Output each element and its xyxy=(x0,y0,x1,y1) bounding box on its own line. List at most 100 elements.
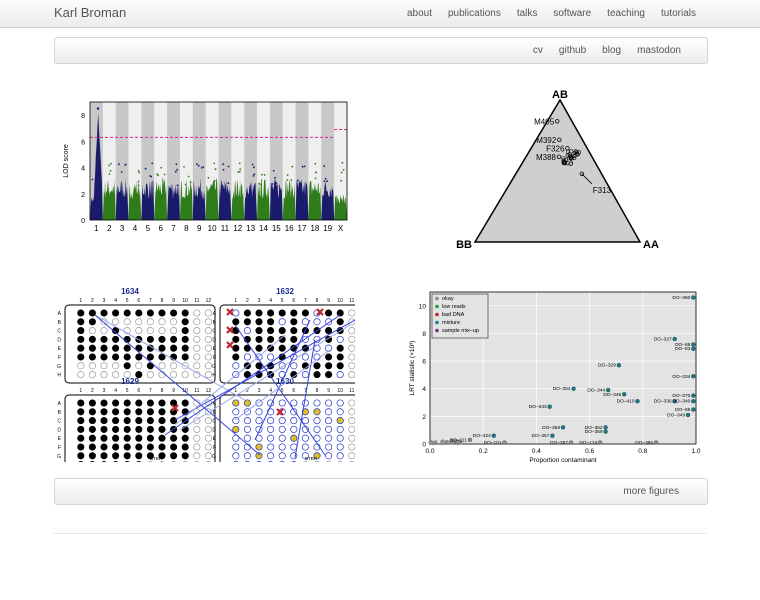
lod-point xyxy=(274,176,276,179)
plate-well xyxy=(88,452,96,460)
y-tick-label: 8 xyxy=(81,113,85,120)
okay-point xyxy=(434,440,438,444)
plate-well xyxy=(88,309,96,317)
plate-well xyxy=(336,408,344,416)
plate-column-label: 8 xyxy=(316,388,319,394)
plate-well xyxy=(243,327,251,335)
plate-well xyxy=(158,443,166,451)
lod-point xyxy=(290,179,293,181)
data-point xyxy=(560,425,566,430)
plate-well xyxy=(336,434,344,442)
plate-well xyxy=(193,425,201,433)
data-point xyxy=(691,374,696,379)
plate-well xyxy=(135,353,143,361)
lod-point xyxy=(222,163,225,166)
subnav-cv[interactable]: cv xyxy=(525,38,551,63)
more-figures-bar: more figures xyxy=(54,478,708,505)
point-label: M388 xyxy=(536,153,557,162)
ternary-genotype-figure[interactable]: ABBB AAM405M392F326M388F313 xyxy=(450,86,670,252)
data-point-label: DO–385 xyxy=(635,440,653,446)
plate-well xyxy=(325,327,333,335)
lod-point xyxy=(196,163,198,165)
plate-well xyxy=(193,327,201,335)
plate-well xyxy=(290,417,298,425)
data-point xyxy=(606,387,611,393)
lod-point xyxy=(286,179,289,181)
contamination-scatter-figure[interactable]: 02468100.0 0.2 0.4 0.6 0.8 1.0Proportion cont… xyxy=(400,284,705,466)
lod-point xyxy=(151,162,154,165)
plate-well xyxy=(290,327,298,335)
plate-well xyxy=(100,353,108,361)
y-tick-label: 10 xyxy=(419,303,427,310)
more-figures-link[interactable]: more figures xyxy=(623,479,679,504)
lod-point xyxy=(238,162,241,165)
data-point-label: DO–83 xyxy=(675,346,691,352)
plate-well xyxy=(336,371,344,379)
lod-point xyxy=(297,179,299,182)
plate-well xyxy=(313,362,321,370)
legend-label: okay xyxy=(442,296,454,302)
plate-well xyxy=(135,408,143,416)
plate-well xyxy=(170,434,178,442)
plate-well xyxy=(325,399,333,407)
lod-point xyxy=(303,165,306,168)
nav-teaching[interactable]: teaching xyxy=(599,0,653,27)
plate-well xyxy=(325,362,333,370)
lod-point xyxy=(239,168,242,171)
plate-row-label: D xyxy=(212,427,216,433)
lod-point xyxy=(222,168,225,171)
nav-publications[interactable]: publications xyxy=(440,0,509,27)
plate-column-label: 6 xyxy=(137,388,140,394)
subnav-mastodon[interactable]: mastodon xyxy=(629,38,689,63)
plate-column-label: 12 xyxy=(206,388,212,394)
y-tick-label: 2 xyxy=(422,414,426,421)
plate-well xyxy=(193,434,201,442)
plate-well xyxy=(77,371,85,379)
plate-title: 1629 xyxy=(121,377,139,386)
chromosome-tick-label: X xyxy=(338,224,344,233)
x-tick-label: 0.4 xyxy=(532,448,541,455)
plate-well xyxy=(204,417,212,425)
plate-well xyxy=(146,417,154,425)
sample-plates-figure[interactable]: 16341 2 3 4 5 6 7 8 9 10 11 12ABCDEFGH16321 2 3 4 5 6 7 8 9… xyxy=(55,280,355,462)
plate-well xyxy=(135,399,143,407)
plate-well xyxy=(255,318,263,326)
plate-row-label: E xyxy=(213,346,217,352)
plate-well xyxy=(204,443,212,451)
plate-well xyxy=(112,452,120,460)
legend-label: low reads xyxy=(442,304,466,310)
plate-well xyxy=(232,452,240,460)
plate-well xyxy=(146,371,154,379)
nav-tutorials[interactable]: tutorials xyxy=(653,0,704,27)
subnav-blog[interactable]: blog xyxy=(594,38,629,63)
plate-column-label: 2 xyxy=(246,298,249,304)
plate-well xyxy=(77,399,85,407)
legend-marker xyxy=(435,296,439,301)
lod-point xyxy=(253,173,256,175)
y-tick-label: 0 xyxy=(81,218,85,225)
footer-divider xyxy=(54,533,706,534)
chromosome-tick-label: 6 xyxy=(158,224,163,233)
subnav-github[interactable]: github xyxy=(551,38,594,63)
plate-well xyxy=(100,309,108,317)
nav-about[interactable]: about xyxy=(399,0,440,27)
plate-column-label: 4 xyxy=(114,388,117,394)
plate-well xyxy=(181,443,189,451)
nav-software[interactable]: software xyxy=(545,0,599,27)
plate-well xyxy=(232,327,240,335)
plate-well xyxy=(170,443,178,451)
data-point xyxy=(616,363,622,368)
lod-point xyxy=(227,165,230,168)
plate-well xyxy=(348,344,355,352)
site-brand[interactable]: Karl Broman xyxy=(54,5,126,20)
plate-column-label: 11 xyxy=(349,388,354,394)
lod-score-figure[interactable]: 1 2 3 4 5 6 7 8 9 10 11 12 13 14 15 16 17 18 19 X02468LOD s… xyxy=(60,96,360,238)
lod-point xyxy=(160,166,163,169)
chromosome-tick-label: 4 xyxy=(133,224,138,233)
plate-well xyxy=(112,417,120,425)
nav-talks[interactable]: talks xyxy=(509,0,546,27)
plate-well xyxy=(77,434,85,442)
plate-well xyxy=(243,417,251,425)
plate-well xyxy=(348,327,355,335)
plate-column-label: 11 xyxy=(194,388,199,394)
